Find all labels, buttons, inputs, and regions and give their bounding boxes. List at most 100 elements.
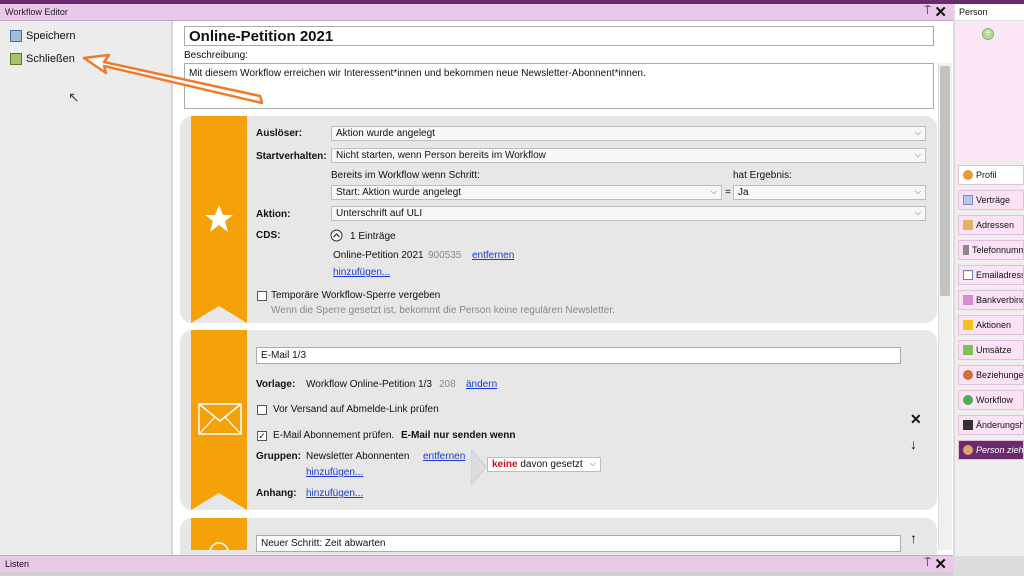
tab-beziehungen[interactable]: Beziehungen — [958, 365, 1024, 385]
tab-emailadressen[interactable]: Emailadressen — [958, 265, 1024, 285]
close-icon[interactable]: ✕ — [934, 3, 947, 21]
tab-umsaetze-label: Umsätze — [976, 345, 1012, 355]
tab-profil-label: Profil — [976, 170, 997, 180]
bracket-arrow — [471, 449, 487, 485]
tab-beziehungen-label: Beziehungen — [976, 370, 1024, 380]
subscription-check-checkbox[interactable]: ✓ — [257, 431, 267, 441]
cds-item-name: Online-Petition 2021 — [333, 250, 424, 261]
phone-icon — [963, 245, 969, 255]
tab-workflow[interactable]: Workflow — [958, 390, 1024, 410]
tab-bankverbindungen[interactable]: Bankverbindungen — [958, 290, 1024, 310]
move-up-icon[interactable]: ↑ — [910, 530, 917, 546]
pin-icon[interactable]: ⍑ — [924, 557, 931, 570]
wait-step-banner — [191, 518, 247, 550]
template-value: Workflow Online-Petition 1/3 — [306, 379, 432, 390]
drag-person-label: Person ziehen — [976, 445, 1024, 455]
tab-umsaetze[interactable]: Umsätze — [958, 340, 1024, 360]
tab-aenderungshistorie[interactable]: Änderungshistorie — [958, 415, 1024, 435]
action-select-value: Unterschrift auf ULI — [336, 208, 423, 219]
cds-count: 1 Einträge — [350, 231, 396, 242]
tab-profil[interactable]: Profil — [958, 165, 1024, 185]
tab-adressen[interactable]: Adressen — [958, 215, 1024, 235]
workflow-editor-titlebar: Workflow Editor ⍑ ✕ — [0, 4, 953, 21]
tab-vertraege-label: Verträge — [976, 195, 1011, 205]
send-only-if-label: E-Mail nur senden wenn — [401, 430, 516, 441]
contract-icon — [963, 195, 973, 205]
tab-emailadressen-label: Emailadressen — [976, 270, 1023, 280]
chevron-down-icon: ⌵ — [914, 187, 921, 196]
tab-aenderungshistorie-label: Änderungshistorie — [976, 420, 1024, 430]
envelope-icon — [198, 403, 242, 435]
lists-panel-titlebar: Listen ⍑ ✕ — [0, 555, 953, 573]
tab-bankverbindungen-label: Bankverbindungen — [976, 295, 1023, 305]
add-person-icon[interactable]: + — [982, 28, 994, 40]
step-select-value: Start: Aktion wurde angelegt — [336, 187, 462, 198]
workflow-lock-checkbox[interactable] — [257, 291, 267, 301]
start-behavior-value: Nicht starten, wenn Person bereits im Wo… — [336, 150, 546, 161]
collapse-circle-icon[interactable] — [330, 229, 343, 242]
cds-remove-link[interactable]: entfernen — [472, 250, 514, 261]
group-remove-link[interactable]: entfernen — [423, 451, 465, 462]
floppy-disk-icon — [10, 30, 22, 42]
trigger-select[interactable]: Aktion wurde angelegt ⌵ — [331, 126, 926, 141]
history-icon — [963, 420, 973, 430]
star-icon — [205, 205, 233, 232]
cds-add-link[interactable]: hinzufügen... — [333, 267, 390, 278]
money-icon — [963, 345, 973, 355]
step-select[interactable]: Start: Aktion wurde angelegt ⌵ — [331, 185, 722, 200]
groups-label: Gruppen: — [256, 451, 301, 462]
cds-item-id: 900535 — [428, 250, 462, 261]
chevron-down-icon: ⌵ — [914, 128, 921, 137]
pin-icon[interactable]: ⍑ — [924, 5, 931, 18]
remove-step-icon[interactable]: ✕ — [910, 411, 922, 428]
tab-telefonnummern[interactable]: Telefonnummern — [958, 240, 1024, 260]
save-button-label: Speichern — [26, 30, 76, 42]
save-button[interactable]: Speichern — [10, 28, 76, 44]
person-drag-icon — [963, 445, 973, 455]
group-add-link[interactable]: hinzufügen... — [306, 467, 363, 478]
workflow-icon — [963, 395, 973, 405]
workflow-lock-label: Temporäre Workflow-Sperre vergeben — [271, 290, 441, 301]
condition-keine: keine — [492, 459, 518, 470]
workflow-editor-title: Workflow Editor — [5, 7, 68, 17]
attachment-label: Anhang: — [256, 488, 297, 499]
chevron-down-icon: ⌵ — [710, 187, 717, 196]
template-id: 208 — [439, 379, 456, 390]
wait-step-name-field[interactable]: Neuer Schritt: Zeit abwarten — [256, 535, 901, 552]
move-down-icon[interactable]: ↓ — [910, 436, 917, 452]
close-icon[interactable]: ✕ — [934, 555, 947, 573]
action-select[interactable]: Unterschrift auf ULI ⌵ — [331, 206, 926, 221]
mail-icon — [963, 270, 973, 280]
description-field[interactable]: Mit diesem Workflow erreichen wir Intere… — [184, 63, 934, 109]
close-editor-button[interactable]: Schließen — [10, 51, 75, 67]
tab-aktionen[interactable]: Aktionen — [958, 315, 1024, 335]
chevron-down-icon: ⌵ — [914, 208, 921, 217]
trigger-select-value: Aktion wurde angelegt — [336, 128, 435, 139]
person-panel-title: Person — [959, 7, 988, 17]
drag-person-button[interactable]: Person ziehen — [958, 440, 1024, 460]
house-icon — [963, 220, 973, 230]
email-step-name-field[interactable]: E-Mail 1/3 — [256, 347, 901, 364]
change-template-link[interactable]: ändern — [466, 379, 497, 390]
lightning-icon — [963, 320, 973, 330]
attachment-add-link[interactable]: hinzufügen... — [306, 488, 363, 499]
subscription-check-label: E-Mail Abonnement prüfen. — [273, 430, 395, 441]
result-select[interactable]: Ja ⌵ — [733, 185, 926, 200]
workflow-sidebar — [0, 21, 172, 555]
tab-workflow-label: Workflow — [976, 395, 1013, 405]
lists-panel-body — [0, 572, 953, 576]
cds-label: CDS: — [256, 230, 281, 241]
tab-aktionen-label: Aktionen — [976, 320, 1012, 330]
already-in-workflow-label: Bereits im Workflow wenn Schritt: — [331, 170, 480, 181]
tab-vertraege[interactable]: Verträge — [958, 190, 1024, 210]
person-panel-titlebar: Person — [955, 4, 1024, 21]
description-label: Beschreibung: — [184, 50, 248, 61]
close-editor-label: Schließen — [26, 53, 75, 65]
unsubscribe-check-checkbox[interactable] — [257, 405, 267, 415]
workflow-name-field[interactable]: Online-Petition 2021 — [184, 26, 934, 46]
people-icon — [963, 370, 973, 380]
chevron-down-icon: ⌵ — [589, 459, 596, 468]
scrollbar-thumb[interactable] — [940, 66, 950, 296]
group-condition-select[interactable]: keine davon gesetzt ⌵ — [487, 457, 601, 472]
start-behavior-select[interactable]: Nicht starten, wenn Person bereits im Wo… — [331, 148, 926, 163]
